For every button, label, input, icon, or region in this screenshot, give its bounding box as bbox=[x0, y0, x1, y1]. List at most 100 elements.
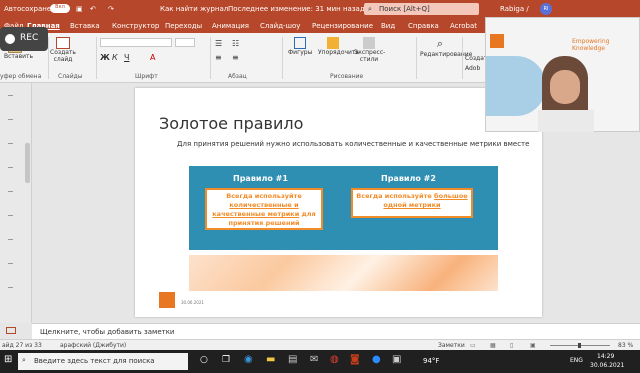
slide-date: 30.06.2021 bbox=[181, 300, 204, 305]
arrange-button[interactable]: Упорядочить bbox=[318, 37, 359, 56]
search-icon: ⌕ bbox=[368, 5, 372, 13]
notes-toggle-icon[interactable] bbox=[6, 327, 16, 334]
font-size-select[interactable] bbox=[175, 38, 195, 47]
divider bbox=[462, 37, 463, 79]
rule2-heading: Правило #2 bbox=[381, 174, 436, 183]
tab-insert[interactable]: Вставка bbox=[70, 22, 100, 30]
search-input[interactable]: Поиск [Alt+Q] bbox=[379, 5, 430, 13]
rule2-card[interactable]: Всегда используйте большое одной метрики bbox=[351, 188, 473, 218]
bold-icon[interactable]: Ж bbox=[100, 53, 110, 62]
align-center-icon[interactable]: ≡ bbox=[232, 53, 239, 62]
slide[interactable]: Золотое правило Для принятия решений нуж… bbox=[135, 88, 542, 317]
weather[interactable]: 94°F bbox=[423, 357, 439, 365]
rule2-pre: Всегда используйте bbox=[356, 192, 432, 200]
numbering-icon[interactable]: ☷ bbox=[232, 39, 239, 48]
presenter-face bbox=[550, 70, 580, 104]
document-title: Как найти журнал bbox=[160, 5, 229, 13]
tab-help[interactable]: Справка bbox=[408, 22, 439, 30]
zoom-app-icon[interactable]: ● bbox=[372, 354, 381, 365]
app-icon[interactable]: ▣ bbox=[392, 354, 401, 365]
record-icon bbox=[5, 34, 15, 44]
create-slide-label: Создать слайд bbox=[50, 49, 76, 63]
thumb-marker bbox=[8, 191, 13, 192]
task-view-icon[interactable]: ○ bbox=[200, 355, 208, 365]
user-name[interactable]: Rabiga / bbox=[500, 5, 529, 13]
notes-placeholder[interactable]: Щелкните, чтобы добавить заметки bbox=[40, 328, 174, 336]
chrome-icon[interactable]: ◍ bbox=[330, 354, 339, 365]
rule1-pre: Всегда используйте bbox=[226, 192, 302, 200]
language-indicator[interactable]: арафский (Джибути) bbox=[60, 342, 126, 349]
rules-box[interactable]: Правило #1 Правило #2 Всегда используйте… bbox=[189, 166, 498, 250]
font-group-label: Шрифт bbox=[135, 73, 158, 80]
slide-thumbnails-panel[interactable] bbox=[0, 83, 32, 323]
shapes-button[interactable]: Фигуры bbox=[288, 37, 312, 56]
clock-date[interactable]: 30.06.2021 bbox=[590, 362, 624, 369]
normal-view-icon[interactable]: ▭ bbox=[470, 342, 476, 349]
thumb-marker bbox=[8, 119, 13, 120]
tab-transitions[interactable]: Переходы bbox=[165, 22, 202, 30]
search-icon: ⌕ bbox=[22, 356, 26, 364]
undo-icon[interactable]: ↶ bbox=[90, 5, 96, 13]
rule1-link[interactable]: количественные и качественные метрики bbox=[212, 201, 299, 218]
store-icon[interactable]: ▤ bbox=[288, 354, 297, 365]
create-slide-button[interactable]: Создать слайд bbox=[50, 37, 76, 63]
slides-group-label: Слайды bbox=[58, 73, 83, 80]
explorer-icon[interactable]: ▬ bbox=[266, 354, 275, 365]
font-color-icon[interactable]: A bbox=[150, 53, 155, 62]
decorative-pattern bbox=[189, 255, 498, 291]
slide-title[interactable]: Золотое правило bbox=[159, 114, 303, 133]
paste-label: Вставить bbox=[4, 53, 34, 60]
input-language[interactable]: ENG bbox=[570, 357, 583, 364]
rule1-card[interactable]: Всегда используйте количественные и каче… bbox=[205, 188, 323, 230]
editing-button[interactable]: ⌕ Редактирование bbox=[420, 37, 472, 58]
taskview-icon[interactable]: ❐ bbox=[222, 355, 230, 365]
express-styles-button[interactable]: Экспресс-стили bbox=[354, 37, 385, 63]
search-box[interactable]: ⌕ Поиск [Alt+Q] bbox=[364, 3, 479, 15]
tab-review[interactable]: Рецензирование bbox=[312, 22, 373, 30]
bullets-icon[interactable]: ☰ bbox=[215, 39, 222, 48]
thumbs-scrollbar[interactable] bbox=[25, 143, 30, 183]
reading-view-icon[interactable]: ▯ bbox=[510, 342, 513, 349]
thumb-marker bbox=[8, 263, 13, 264]
clock-time[interactable]: 14:29 bbox=[597, 353, 614, 360]
avatar[interactable]: RI bbox=[540, 3, 552, 15]
arrange-icon bbox=[327, 37, 339, 49]
font-name-select[interactable] bbox=[100, 38, 172, 47]
divider bbox=[282, 37, 283, 79]
autosave-toggle[interactable]: Вкл bbox=[50, 4, 70, 13]
slide-subtitle[interactable]: Для принятия решений нужно использовать … bbox=[177, 140, 529, 148]
rec-indicator[interactable]: REC bbox=[0, 27, 48, 51]
tab-animation[interactable]: Анимация bbox=[212, 22, 249, 30]
taskbar-search-input[interactable]: Введите здесь текст для поиска bbox=[34, 357, 155, 365]
slide-icon bbox=[56, 37, 70, 49]
notes-button[interactable]: Заметки bbox=[438, 342, 465, 349]
underline-icon[interactable]: Ч bbox=[124, 53, 129, 62]
tab-slideshow[interactable]: Слайд-шоу bbox=[260, 22, 300, 30]
redo-icon[interactable]: ↷ bbox=[108, 5, 114, 13]
save-icon[interactable]: ▣ bbox=[76, 5, 83, 13]
thumb-marker bbox=[8, 287, 13, 288]
edge-icon[interactable]: ◉ bbox=[244, 354, 253, 365]
taskbar-search[interactable]: ⌕ Введите здесь текст для поиска bbox=[18, 353, 188, 370]
arrange-label: Упорядочить bbox=[318, 49, 359, 56]
divider bbox=[416, 37, 417, 79]
sorter-view-icon[interactable]: ▦ bbox=[490, 342, 496, 349]
shapes-label: Фигуры bbox=[288, 49, 313, 56]
align-left-icon[interactable]: ≡ bbox=[215, 53, 222, 62]
windows-start-icon[interactable]: ⊞ bbox=[4, 354, 12, 365]
taskbar: ⊞ ⌕ Введите здесь текст для поиска ○ ❐ ◉… bbox=[0, 350, 640, 373]
tab-view[interactable]: Вид bbox=[381, 22, 395, 30]
adobe-partial[interactable]: Adob bbox=[465, 65, 480, 72]
notes-pane[interactable]: Щелкните, чтобы добавить заметки bbox=[32, 323, 640, 339]
zoom-level[interactable]: 83 % bbox=[618, 342, 633, 349]
italic-icon[interactable]: К bbox=[112, 53, 118, 62]
tab-acrobat[interactable]: Acrobat bbox=[450, 22, 477, 30]
presenter-shirt bbox=[538, 110, 594, 132]
mail-icon[interactable]: ✉ bbox=[310, 354, 318, 365]
slideshow-view-icon[interactable]: ▣ bbox=[530, 342, 536, 349]
powerpoint-icon[interactable]: ◙ bbox=[350, 354, 360, 365]
paragraph-group-label: Абзац bbox=[228, 73, 247, 80]
zoom-slider-handle[interactable] bbox=[578, 343, 581, 348]
tab-design[interactable]: Конструктор bbox=[112, 22, 159, 30]
clipboard-group-label: уфер обмена bbox=[0, 73, 42, 80]
